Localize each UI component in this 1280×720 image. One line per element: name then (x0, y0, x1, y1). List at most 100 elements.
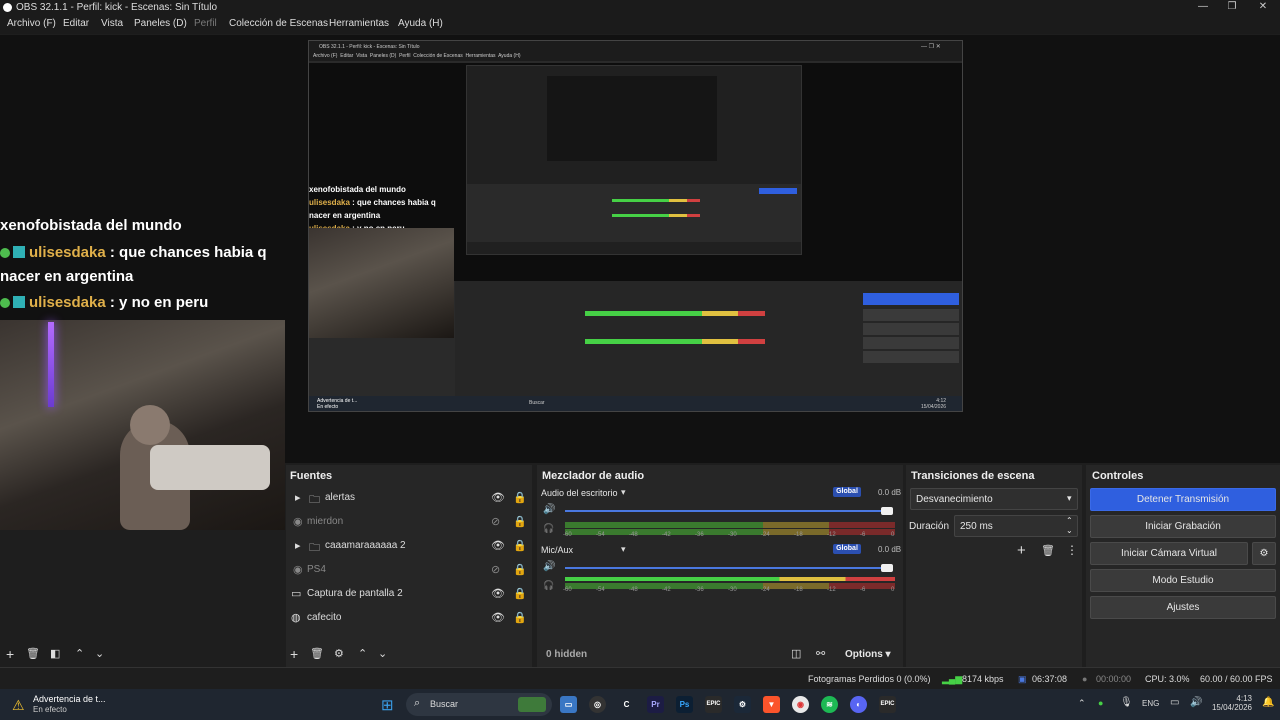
studio-mode-button[interactable]: Modo Estudio (1090, 569, 1276, 592)
arrow-up-icon[interactable]: ⌃ (358, 647, 367, 660)
hidden-count[interactable]: 0 hidden (546, 649, 587, 660)
meter-scale: -60 -54 -48 -42 -36 -30 -24 -18 -12 -6 0 (563, 531, 895, 541)
volume-slider[interactable] (565, 510, 889, 512)
taskbar-search[interactable]: ⌕ Buscar (406, 693, 552, 716)
duration-spinbox[interactable]: 250 ms ⌃ ⌄ (954, 515, 1078, 537)
options-button[interactable]: Options ▾ (845, 649, 891, 660)
sources-list[interactable]: ▸ 🗀 alertas 👁 🔒 ◉ mierdon ⊘ 🔒 ▸ 🗀 caaama… (286, 485, 532, 629)
notification-bell-icon[interactable]: 🔔 (1262, 697, 1274, 708)
add-icon[interactable]: + (1017, 542, 1026, 559)
trash-icon[interactable]: 🗑 (26, 647, 40, 660)
lock-icon[interactable]: 🔒 (513, 539, 527, 552)
more-icon[interactable]: ⋮ (1066, 543, 1078, 557)
nested-search: Buscar (529, 400, 545, 406)
source-row[interactable]: ◉ mierdon ⊘ 🔒 (286, 513, 532, 533)
volume-slider-knob[interactable] (881, 507, 893, 515)
stop-streaming-button[interactable]: Detener Transmisión (1090, 488, 1276, 511)
windows-start-icon[interactable]: ⊞ (381, 696, 394, 714)
source-row[interactable]: ◍ cafecito 👁 🔒 (286, 609, 532, 629)
volume-icon[interactable]: 🔊 (1190, 697, 1202, 708)
maximize-icon[interactable]: ❐ (1222, 1, 1242, 12)
source-row[interactable]: ◉ PS4 ⊘ 🔒 (286, 561, 532, 581)
transition-select[interactable]: Desvanecimiento ▾ (910, 488, 1078, 510)
menu-herramientas[interactable]: Herramientas (329, 18, 389, 29)
chevron-right-icon[interactable]: ▸ (295, 539, 301, 552)
minimize-icon[interactable]: — (1193, 1, 1213, 12)
volume-slider-knob[interactable] (881, 564, 893, 572)
steam-icon[interactable]: ⚙ (734, 696, 751, 713)
arrow-down-icon[interactable]: ⌄ (378, 647, 387, 660)
lock-icon[interactable]: 🔒 (513, 611, 527, 624)
meter-scale: -60 -54 -48 -42 -36 -30 -24 -18 -12 -6 0 (563, 586, 895, 596)
menu-editar[interactable]: Editar (63, 18, 89, 29)
menu-archivo[interactable]: Archivo (F) (7, 18, 56, 29)
tick-label: -54 (596, 532, 605, 538)
eye-icon[interactable]: 👁 (491, 539, 505, 552)
close-icon[interactable]: ✕ (1253, 1, 1273, 12)
source-row[interactable]: ▸ 🗀 alertas 👁 🔒 (286, 489, 532, 509)
menu-coleccion-escenas[interactable]: Colección de Escenas (229, 18, 328, 29)
speaker-icon[interactable]: 🔊 (543, 504, 555, 515)
chrome-icon[interactable]: ◉ (792, 696, 809, 713)
trash-icon[interactable]: 🗑 (310, 647, 324, 660)
source-name: cafecito (307, 612, 342, 623)
chevron-down-icon[interactable]: ▾ (621, 487, 626, 498)
chevron-down-icon[interactable]: ▾ (621, 544, 626, 555)
discord-icon[interactable]: ◐ (850, 696, 867, 713)
network-icon[interactable]: ▭ (1170, 697, 1179, 708)
add-icon[interactable]: + (290, 646, 298, 662)
eye-hidden-icon[interactable]: ⊘ (491, 563, 500, 576)
epic-games-icon[interactable]: EPIC (705, 696, 722, 713)
menu-vista[interactable]: Vista (101, 18, 123, 29)
eye-icon[interactable]: 👁 (491, 611, 505, 624)
panel-icon[interactable]: ◫ (791, 647, 801, 660)
source-row[interactable]: ▸ 🗀 caaamaraaaaaa 2 👁 🔒 (286, 537, 532, 557)
arrow-up-icon[interactable]: ⌃ (75, 647, 84, 660)
volume-slider[interactable] (565, 567, 889, 569)
spotify-icon[interactable]: ≋ (821, 696, 838, 713)
obs-taskbar-icon[interactable]: ◎ (589, 696, 606, 713)
dock-title: Controles (1092, 470, 1144, 482)
eye-icon[interactable]: 👁 (491, 491, 505, 504)
record-icon: ● (1082, 674, 1088, 684)
cursor-app-icon[interactable]: C (618, 696, 635, 713)
clock[interactable]: 4:13 15/04/2026 (1208, 694, 1252, 712)
gear-icon[interactable]: ⚙ (334, 647, 344, 660)
file-explorer-icon[interactable]: ▭ (560, 696, 577, 713)
tick-label: -60 (563, 587, 572, 593)
menu-perfil[interactable]: Perfil (194, 18, 217, 29)
lock-icon[interactable]: 🔒 (513, 563, 527, 576)
settings-button[interactable]: Ajustes (1090, 596, 1276, 619)
eye-hidden-icon[interactable]: ⊘ (491, 515, 500, 528)
language-indicator[interactable]: ENG (1142, 699, 1159, 708)
premiere-icon[interactable]: Pr (647, 696, 664, 713)
tray-green-icon[interactable]: ● (1098, 698, 1103, 708)
brave-icon[interactable]: ▼ (763, 696, 780, 713)
headphones-icon[interactable]: 🎧 (543, 523, 554, 534)
speaker-icon[interactable]: 🔊 (543, 561, 555, 572)
source-row[interactable]: ▭ Captura de pantalla 2 👁 🔒 (286, 585, 532, 605)
add-icon[interactable]: + (6, 646, 14, 662)
spin-arrows-icon[interactable]: ⌃ ⌄ (1066, 516, 1073, 536)
eye-icon[interactable]: 👁 (491, 587, 505, 600)
trash-icon[interactable]: 🗑 (1041, 544, 1055, 557)
link-icon[interactable]: ⚯ (816, 647, 825, 660)
microphone-icon[interactable]: 🎙 (1120, 697, 1133, 708)
start-recording-button[interactable]: Iniciar Grabación (1090, 515, 1276, 538)
start-virtual-camera-button[interactable]: Iniciar Cámara Virtual (1090, 542, 1248, 565)
headphones-icon[interactable]: 🎧 (543, 580, 554, 591)
photoshop-icon[interactable]: Ps (676, 696, 693, 713)
lock-icon[interactable]: 🔒 (513, 587, 527, 600)
menu-paneles[interactable]: Paneles (D) (134, 18, 187, 29)
nested-window-controls-icon: — ❐ ✕ (921, 44, 941, 50)
notification-title[interactable]: Advertencia de t... (33, 694, 106, 704)
chevron-right-icon[interactable]: ▸ (295, 491, 301, 504)
virtual-camera-settings-button[interactable]: ⚙ (1252, 542, 1276, 565)
menu-ayuda[interactable]: Ayuda (H) (398, 18, 443, 29)
lock-icon[interactable]: 🔒 (513, 491, 527, 504)
filter-icon[interactable]: ◧ (50, 647, 60, 660)
arrow-down-icon[interactable]: ⌄ (95, 647, 104, 660)
lock-icon[interactable]: 🔒 (513, 515, 527, 528)
epic-games-icon[interactable]: EPIC (879, 696, 896, 713)
tray-chevron-up-icon[interactable]: ⌃ (1078, 698, 1086, 709)
